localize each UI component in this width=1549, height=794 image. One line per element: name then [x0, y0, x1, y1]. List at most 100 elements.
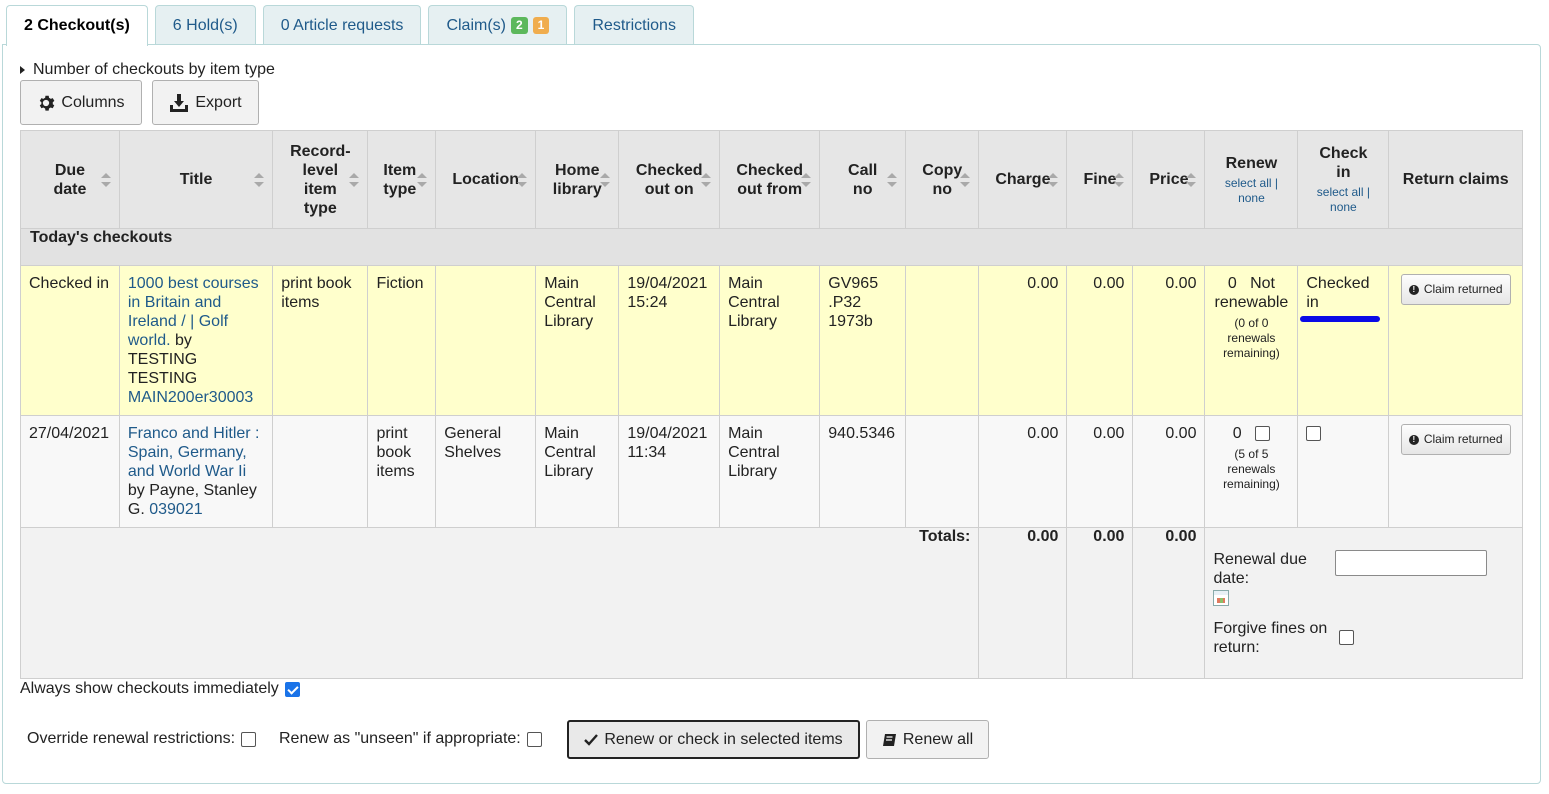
renew-cell: 0 (5 of 5 renewals remaining) [1204, 415, 1299, 528]
totals-label: Totals: [19, 527, 980, 679]
caret-right-icon [20, 66, 25, 74]
location-cell: General Shelves [435, 415, 537, 528]
renew-select-none-link[interactable]: none [1238, 191, 1265, 205]
always-show-checkbox[interactable] [284, 681, 300, 697]
export-button[interactable]: Export [152, 80, 259, 125]
col-checked-out-on[interactable]: Checked out on [618, 130, 721, 229]
totals-charge: 0.00 [978, 527, 1068, 679]
checkin-select-all-link[interactable]: select all [1317, 185, 1364, 199]
forgive-fines-row: Forgive fines on return: [1213, 619, 1514, 657]
col-fine[interactable]: Fine [1066, 130, 1134, 229]
totals-row: Totals: 0.00 0.00 0.00 Renewal due date:… [19, 527, 1523, 679]
col-check-in: Check in select all | none [1297, 130, 1390, 229]
checked-out-on-cell: 19/04/2021 15:24 [618, 265, 721, 416]
col-checked-out-from-label: Checked out from [736, 161, 804, 198]
forgive-fines-checkbox[interactable] [1339, 630, 1355, 645]
gear-icon [40, 95, 55, 111]
col-checked-out-from[interactable]: Checked out from [719, 130, 821, 229]
col-price[interactable]: Price [1132, 130, 1206, 229]
barcode-link[interactable]: 039021 [149, 501, 202, 518]
checkouts-by-itemtype-toggle[interactable]: Number of checkouts by item type [20, 61, 275, 79]
renew-all-button[interactable]: Renew all [866, 720, 989, 759]
col-checked-out-on-label: Checked out on [635, 161, 703, 198]
price-cell: 0.00 [1132, 415, 1206, 528]
col-call-no-label: Call no [848, 161, 878, 198]
home-library-cell: Main Central Library [535, 265, 620, 416]
check-icon [584, 733, 599, 746]
col-return-claims-label: Return claims [1402, 171, 1509, 188]
always-show-label: Always show checkouts immediately [20, 680, 279, 697]
sort-icon [701, 172, 712, 187]
col-record-level-label: Record-level item type [290, 142, 351, 217]
renew-count: 0 [1227, 275, 1237, 292]
renew-all-label: Renew all [902, 730, 974, 748]
claims-warning-badge: 1 [532, 17, 550, 34]
col-call-no[interactable]: Call no [819, 130, 907, 229]
col-record-level-item-type[interactable]: Record-level item type [272, 130, 369, 229]
calendar-icon-wrap [1213, 589, 1514, 611]
claim-returned-button[interactable]: ! Claim returned [1400, 274, 1511, 305]
sort-icon [600, 172, 611, 187]
col-location-label: Location [452, 171, 520, 188]
col-home-library-label: Home library [552, 161, 602, 198]
title-link[interactable]: Franco and Hitler : Spain, Germany, and … [128, 425, 260, 480]
col-title-label: Title [179, 171, 213, 188]
copy-no-cell [905, 415, 980, 528]
item-type-cell: Fiction [367, 265, 437, 416]
record-type-cell [272, 415, 369, 528]
tab-article-requests[interactable]: 0 Article requests [262, 5, 422, 45]
tab-checkouts[interactable]: 2 Checkout(s) [6, 5, 148, 46]
charge-cell: 0.00 [978, 415, 1068, 528]
renew-note: (0 of 0 renewals remaining) [1223, 316, 1280, 360]
renew-checkin-button[interactable]: Renew or check in selected items [567, 720, 860, 759]
return-claim-cell: ! Claim returned [1388, 415, 1523, 528]
return-claim-cell: ! Claim returned [1388, 265, 1523, 416]
col-renew-label: Renew [1225, 154, 1278, 172]
exclamation-icon: ! [1408, 434, 1419, 445]
col-return-claims: Return claims [1388, 130, 1523, 229]
separator: | [1366, 185, 1370, 199]
sort-icon [100, 172, 111, 187]
fine-cell: 0.00 [1066, 265, 1134, 416]
col-title[interactable]: Title [118, 130, 274, 229]
checked-out-from-cell: Main Central Library [719, 265, 821, 416]
tab-claims[interactable]: Claim(s) 2 1 [428, 5, 568, 45]
tab-restrictions[interactable]: Restrictions [574, 5, 694, 45]
renew-checkbox[interactable] [1255, 426, 1271, 442]
barcode-link[interactable]: MAIN200er30003 [128, 389, 253, 406]
override-checkbox[interactable] [241, 731, 257, 747]
checkin-select-none-link[interactable]: none [1330, 200, 1357, 214]
col-item-type[interactable]: Item type [367, 130, 437, 229]
claim-returned-button[interactable]: ! Claim returned [1400, 424, 1511, 455]
renewal-options-cell: Renewal due date: Forgive fines on retur… [1204, 527, 1523, 679]
calendar-icon[interactable] [1213, 589, 1230, 606]
tab-holds[interactable]: 6 Hold(s) [154, 5, 256, 45]
checkin-cell: Checked in [1297, 265, 1390, 416]
col-due-date-label: Due date [53, 161, 87, 198]
renew-checkin-label: Renew or check in selected items [604, 730, 843, 748]
checkin-status: Checked in [1306, 275, 1370, 311]
call-no-cell: GV965 .P32 1973b [819, 265, 907, 416]
renew-status: Not renewable [1214, 275, 1289, 311]
sort-icon [417, 172, 428, 187]
due-date-cell: Checked in [20, 265, 120, 416]
claim-returned-label: Claim returned [1423, 432, 1503, 446]
due-date-cell: 27/04/2021 [20, 415, 120, 528]
col-charge[interactable]: Charge [978, 130, 1068, 229]
renew-select-all-link[interactable]: select all [1225, 176, 1272, 190]
columns-button[interactable]: Columns [20, 80, 142, 125]
col-home-library[interactable]: Home library [535, 130, 620, 229]
export-label: Export [195, 93, 242, 111]
renewal-due-date-input[interactable] [1335, 549, 1488, 576]
col-charge-label: Charge [995, 171, 1051, 188]
col-copy-no[interactable]: Copy no [905, 130, 980, 229]
col-due-date[interactable]: Due date [20, 130, 120, 229]
col-fine-label: Fine [1083, 171, 1117, 188]
checkin-checkbox[interactable] [1306, 426, 1322, 442]
col-location[interactable]: Location [435, 130, 537, 229]
unseen-label: Renew as "unseen" if appropriate: [279, 730, 521, 747]
totals-fine: 0.00 [1066, 527, 1134, 679]
col-price-label: Price [1149, 171, 1189, 188]
title-link[interactable]: 1000 best courses in Britain and Ireland… [128, 275, 259, 349]
unseen-checkbox[interactable] [526, 731, 542, 747]
